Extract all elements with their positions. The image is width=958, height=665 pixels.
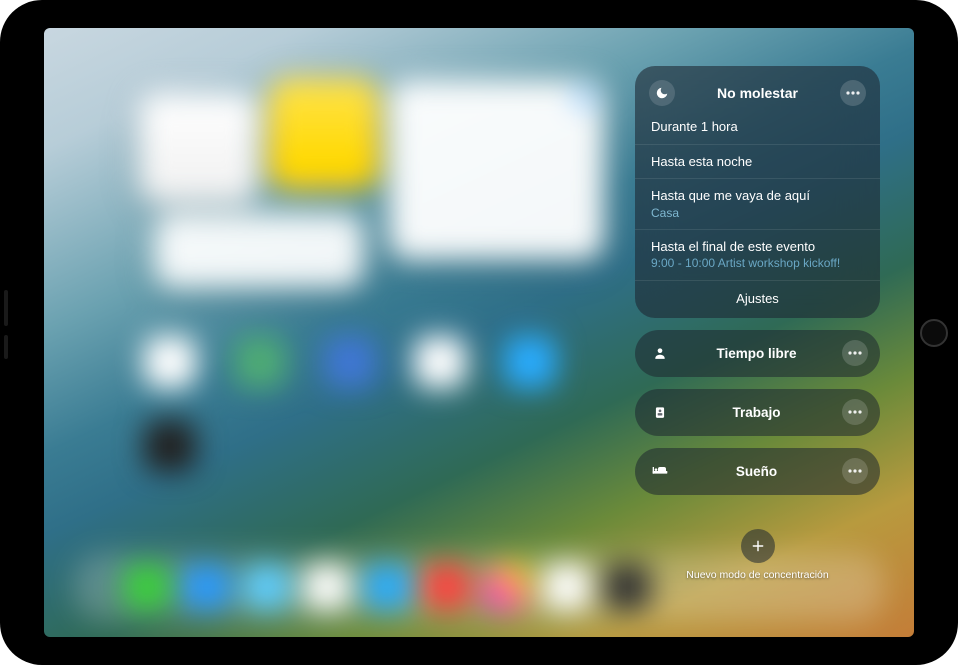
option-label: Durante 1 hora — [651, 118, 864, 136]
screen: No molestar Durante 1 hora Hasta esta no… — [44, 28, 914, 637]
focus-mode-label: Tiempo libre — [671, 346, 842, 361]
home-button[interactable] — [920, 319, 948, 347]
dnd-option-until-tonight[interactable]: Hasta esta noche — [635, 144, 880, 179]
focus-mode-label: Sueño — [671, 464, 842, 479]
option-label: Hasta esta noche — [651, 153, 864, 171]
dnd-option-one-hour[interactable]: Durante 1 hora — [635, 116, 880, 144]
option-label: Hasta que me vaya de aquí — [651, 187, 864, 205]
focus-panel: No molestar Durante 1 hora Hasta esta no… — [635, 66, 880, 581]
dnd-title: No molestar — [675, 85, 840, 101]
option-sublabel: Casa — [651, 205, 864, 221]
dnd-option-until-leave[interactable]: Hasta que me vaya de aquí Casa — [635, 178, 880, 229]
option-label: Hasta el final de este evento — [651, 238, 864, 256]
focus-mode-work[interactable]: Trabajo — [635, 389, 880, 436]
add-focus-label: Nuevo modo de concentración — [635, 569, 880, 581]
focus-mode-more-button[interactable] — [842, 399, 868, 425]
add-focus-section: Nuevo modo de concentración — [635, 529, 880, 581]
focus-mode-more-button[interactable] — [842, 458, 868, 484]
volume-button — [4, 290, 8, 326]
dnd-option-until-event-end[interactable]: Hasta el final de este evento 9:00 - 10:… — [635, 229, 880, 280]
focus-mode-personal[interactable]: Tiempo libre — [635, 330, 880, 377]
bed-icon — [649, 464, 671, 478]
add-focus-button[interactable] — [741, 529, 775, 563]
dnd-more-button[interactable] — [840, 80, 866, 106]
ipad-frame: No molestar Durante 1 hora Hasta esta no… — [0, 0, 958, 665]
focus-mode-more-button[interactable] — [842, 340, 868, 366]
dnd-settings-button[interactable]: Ajustes — [635, 280, 880, 312]
option-sublabel: 9:00 - 10:00 Artist workshop kickoff! — [651, 255, 864, 271]
badge-icon — [649, 405, 671, 419]
dnd-card: No molestar Durante 1 hora Hasta esta no… — [635, 66, 880, 318]
focus-mode-sleep[interactable]: Sueño — [635, 448, 880, 495]
dnd-header: No molestar — [635, 76, 880, 116]
volume-button — [4, 335, 8, 359]
person-icon — [649, 346, 671, 360]
moon-icon — [649, 80, 675, 106]
focus-mode-label: Trabajo — [671, 405, 842, 420]
